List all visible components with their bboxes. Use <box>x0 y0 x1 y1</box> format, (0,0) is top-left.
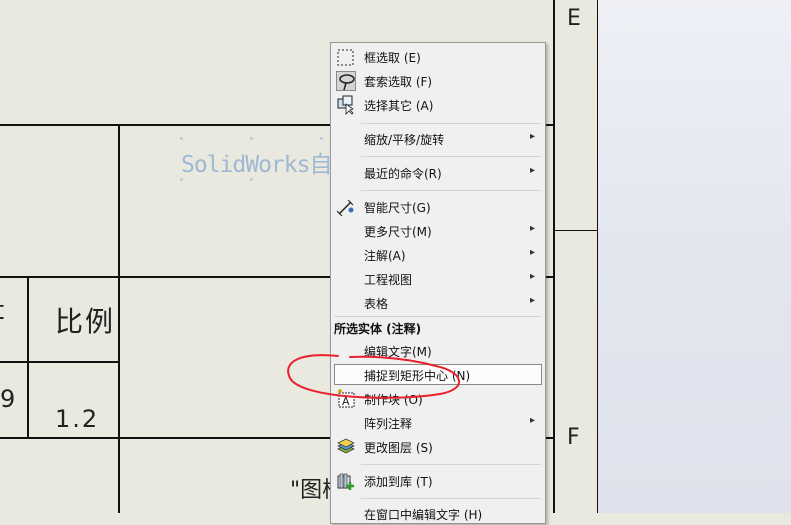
svg-text:A: A <box>342 395 350 408</box>
partial-left-num: 9 <box>0 385 16 413</box>
titleblock-divider-2 <box>27 276 29 438</box>
menu-separator <box>361 123 541 124</box>
submenu-arrow-icon: ▸ <box>529 165 535 176</box>
menu-item-label: 添加到库 (T) <box>364 475 433 489</box>
selected-annotation[interactable]: SolidWorks自学 <box>181 145 354 179</box>
smart-dimension-icon <box>336 197 356 217</box>
titleblock-row-line-2 <box>0 361 120 363</box>
menu-separator <box>361 464 541 465</box>
menu-item-label: 更多尺寸(M) <box>364 225 432 239</box>
graphics-area-background <box>598 0 791 513</box>
menu-item-label: 选择其它 (A) <box>364 99 434 113</box>
submenu-arrow-icon: ▸ <box>529 247 535 258</box>
menu-item-more-dimensions[interactable]: 更多尺寸(M) ▸ <box>331 220 545 242</box>
menu-item-edit-text-in-window[interactable]: 在窗口中编辑文字 (H) <box>331 503 545 525</box>
submenu-arrow-icon: ▸ <box>529 223 535 234</box>
box-select-icon <box>336 47 356 67</box>
menu-item-annotations[interactable]: 注解(A) ▸ <box>331 244 545 266</box>
menu-item-zoom-pan-rotate[interactable]: 缩放/平移/旋转 ▸ <box>331 128 545 150</box>
submenu-arrow-icon: ▸ <box>529 295 535 306</box>
menu-item-tables[interactable]: 表格 ▸ <box>331 292 545 314</box>
submenu-arrow-icon: ▸ <box>529 131 535 142</box>
menu-item-label: 注解(A) <box>364 249 406 263</box>
menu-separator <box>361 190 541 191</box>
menu-item-label: 智能尺寸(G) <box>364 201 431 215</box>
menu-item-change-layer[interactable]: 更改图层 (S) <box>331 436 545 458</box>
partial-left-char: t <box>0 296 4 326</box>
annotation-handle[interactable] <box>180 137 183 140</box>
add-to-library-icon <box>336 471 356 491</box>
menu-item-smart-dimension[interactable]: 智能尺寸(G) <box>331 196 545 218</box>
menu-item-snap-to-rectangle-center[interactable]: 捕捉到矩形中心 (N) <box>331 364 545 386</box>
menu-separator <box>361 156 541 157</box>
select-other-icon <box>336 95 356 115</box>
menu-item-label: 在窗口中编辑文字 (H) <box>364 508 483 522</box>
menu-item-label: 制作块 (O) <box>364 393 423 407</box>
annotation-handle[interactable] <box>250 178 253 181</box>
submenu-arrow-icon: ▸ <box>529 415 535 426</box>
menu-item-make-block[interactable]: A 制作块 (O) <box>331 388 545 410</box>
sheet-right-border <box>553 0 555 513</box>
zone-letter-f: F <box>567 425 580 450</box>
menu-item-select-other[interactable]: 选择其它 (A) <box>331 94 545 116</box>
menu-item-recent-commands[interactable]: 最近的命令(R) ▸ <box>331 162 545 184</box>
lasso-select-icon <box>336 71 356 91</box>
annotation-handle[interactable] <box>180 178 183 181</box>
menu-item-edit-text[interactable]: 编辑文字(M) <box>331 340 545 362</box>
annotation-handle[interactable] <box>320 137 323 140</box>
menu-item-label: 套索选取 (F) <box>364 75 433 89</box>
menu-section-header: 所选实体 (注释) <box>331 317 545 339</box>
make-block-icon: A <box>336 389 356 409</box>
scale-label: 比例 <box>55 305 116 338</box>
menu-separator <box>361 498 541 499</box>
menu-item-label: 捕捉到矩形中心 (N) <box>364 369 471 383</box>
submenu-arrow-icon: ▸ <box>529 271 535 282</box>
scale-value: 1.2 <box>55 405 100 433</box>
menu-item-label: 框选取 (E) <box>364 51 421 65</box>
menu-item-drawing-views[interactable]: 工程视图 ▸ <box>331 268 545 290</box>
menu-item-pattern-annotation[interactable]: 阵列注释 ▸ <box>331 412 545 434</box>
change-layer-icon <box>336 437 356 457</box>
menu-item-lasso-select[interactable]: 套索选取 (F) <box>331 70 545 92</box>
menu-item-add-to-library[interactable]: 添加到库 (T) <box>331 470 545 492</box>
menu-item-label: 缩放/平移/旋转 <box>364 133 445 147</box>
context-menu: 框选取 (E) 套索选取 (F) 选择其它 (A) 缩放/平移/旋转 ▸ 最近的… <box>330 42 546 524</box>
section-header-label: 所选实体 (注释) <box>334 322 422 336</box>
menu-item-label: 工程视图 <box>364 273 413 287</box>
menu-item-label: 阵列注释 <box>364 417 413 431</box>
menu-item-label: 编辑文字(M) <box>364 345 432 359</box>
menu-item-label: 更改图层 (S) <box>364 441 433 455</box>
menu-item-box-select[interactable]: 框选取 (E) <box>331 46 545 68</box>
zone-letter-e: E <box>567 6 581 31</box>
annotation-handle[interactable] <box>250 137 253 140</box>
menu-item-label: 表格 <box>364 297 389 311</box>
titleblock-divider-1 <box>118 124 120 513</box>
zone-divider-line <box>553 230 598 231</box>
menu-item-label: 最近的命令(R) <box>364 167 442 181</box>
